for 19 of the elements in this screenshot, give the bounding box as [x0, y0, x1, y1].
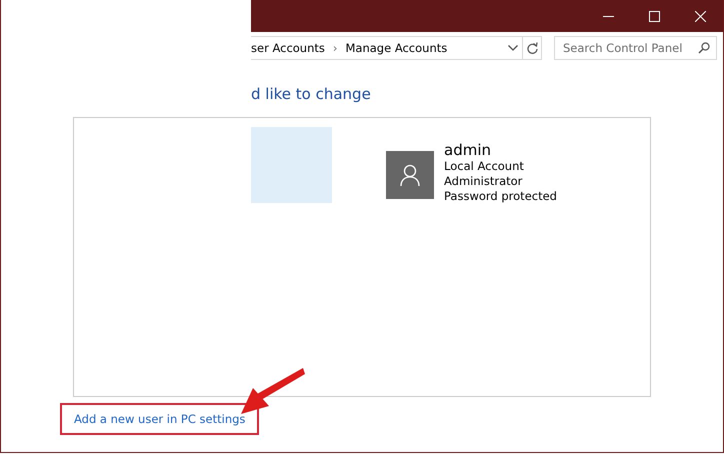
- refresh-icon[interactable]: [526, 42, 538, 54]
- close-icon[interactable]: [694, 10, 706, 22]
- breadcrumb-item[interactable]: Manage Accounts: [345, 41, 448, 55]
- account-tile[interactable]: [251, 127, 332, 203]
- breadcrumb-separator: ›: [332, 41, 338, 55]
- maximize-icon[interactable]: [648, 10, 660, 22]
- account-detail: Password protected: [444, 189, 557, 204]
- account-detail: Administrator: [444, 174, 524, 189]
- account-detail: Local Account: [444, 159, 525, 174]
- chevron-down-icon[interactable]: [508, 45, 518, 51]
- breadcrumb-bar[interactable]: ser Accounts › Manage Accounts: [251, 36, 504, 60]
- search-field[interactable]: Search Control Panel: [554, 36, 717, 60]
- breadcrumb-item[interactable]: ser Accounts: [251, 41, 325, 55]
- page-heading: d like to change: [251, 85, 372, 103]
- person-icon: [400, 164, 420, 186]
- account-name: admin: [444, 141, 492, 159]
- add-user-link[interactable]: Add a new user in PC settings: [60, 403, 260, 435]
- account-tile[interactable]: admin Local Account Administrator Password protected: [382, 137, 561, 208]
- search-icon: [698, 42, 710, 54]
